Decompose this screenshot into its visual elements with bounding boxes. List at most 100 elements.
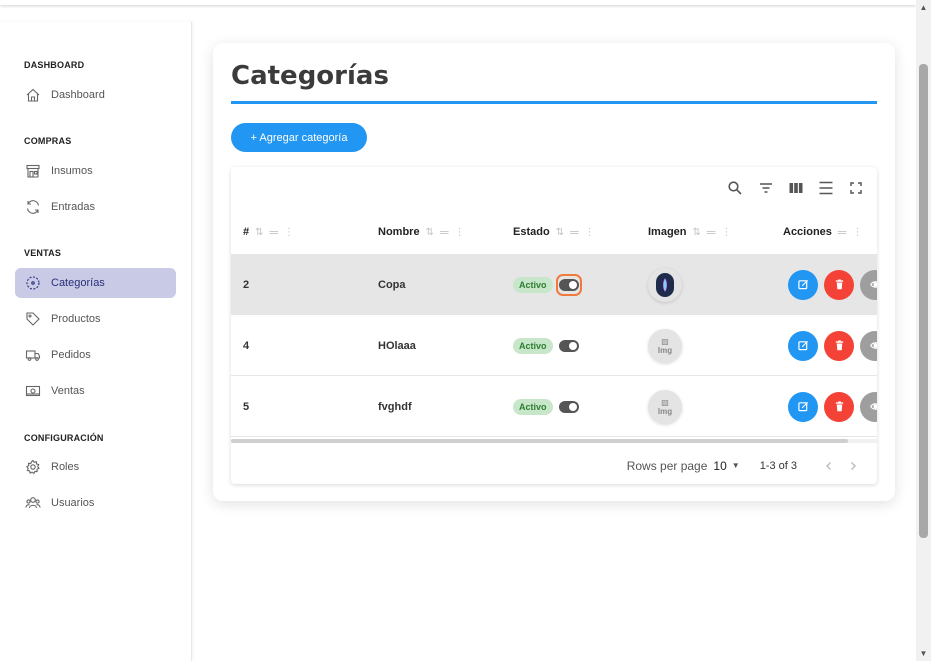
status-toggle-focus[interactable] xyxy=(555,273,582,296)
column-header-label: # xyxy=(243,226,250,238)
drag-handle-icon[interactable]: ═ xyxy=(440,225,449,239)
sort-icon[interactable]: ⇅ xyxy=(255,227,263,238)
edit-button[interactable] xyxy=(788,330,818,361)
sidebar-item-label: Insumos xyxy=(51,165,93,177)
cell-imagen: ▨ Img xyxy=(648,315,682,376)
cell-estado: Activo xyxy=(513,254,582,315)
filter-icon[interactable] xyxy=(757,179,775,197)
column-menu-icon[interactable]: ⋮ xyxy=(284,227,294,238)
eye-icon xyxy=(869,342,877,349)
table-pagination: Rows per page 10 ▼ 1-3 of 3 xyxy=(231,447,877,484)
sort-icon[interactable]: ⇅ xyxy=(693,227,701,238)
column-header-acciones[interactable]: Acciones ═ ⋮ xyxy=(783,224,862,240)
view-button[interactable] xyxy=(860,269,877,300)
horizontal-scrollbar-thumb[interactable] xyxy=(231,439,848,443)
cell-nombre: fvghdf xyxy=(378,400,412,413)
rows-per-page-label: Rows per page xyxy=(626,458,708,473)
column-header-label: Estado xyxy=(513,226,550,238)
sidebar-item-label: Productos xyxy=(51,313,101,325)
sidebar-item-insumos[interactable]: Insumos xyxy=(15,156,176,186)
sidebar-item-entradas[interactable]: Entradas xyxy=(15,192,176,222)
cash-icon xyxy=(24,382,42,400)
drag-handle-icon[interactable]: ═ xyxy=(270,225,279,239)
density-icon[interactable] xyxy=(817,179,835,197)
sidebar-item-pedidos[interactable]: Pedidos xyxy=(15,340,176,370)
chevron-left-icon xyxy=(826,461,831,470)
category-image: ▨ Img xyxy=(648,389,682,424)
sidebar-item-label: Pedidos xyxy=(51,349,91,361)
column-header-id[interactable]: # ⇅ ═ ⋮ xyxy=(243,224,294,240)
cell-id: 2 xyxy=(243,278,250,291)
cell-imagen xyxy=(648,254,682,315)
trash-icon xyxy=(835,279,843,290)
columns-icon[interactable] xyxy=(787,179,805,197)
table-row[interactable]: 2 Copa Activo xyxy=(231,254,877,315)
drag-handle-icon[interactable]: ═ xyxy=(570,225,579,239)
previous-page-button[interactable] xyxy=(819,456,839,476)
scroll-down-arrow-icon[interactable]: ▼ xyxy=(919,649,928,658)
delete-button[interactable] xyxy=(824,269,854,300)
edit-button[interactable] xyxy=(788,269,818,300)
delete-button[interactable] xyxy=(824,391,854,422)
add-category-button[interactable]: + Agregar categoría xyxy=(231,123,367,152)
cell-acciones xyxy=(788,376,877,437)
delete-button[interactable] xyxy=(824,330,854,361)
status-toggle[interactable] xyxy=(558,400,579,413)
column-header-label: Imagen xyxy=(648,226,687,238)
sidebar-item-categorias[interactable]: Categorías xyxy=(15,268,176,298)
sidebar-item-productos[interactable]: Productos xyxy=(15,304,176,334)
horizontal-scrollbar[interactable] xyxy=(231,439,877,443)
sidebar-item-label: Entradas xyxy=(51,201,96,213)
pagination-range: 1-3 of 3 xyxy=(759,459,797,472)
cell-id: 4 xyxy=(243,339,250,352)
column-header-nombre[interactable]: Nombre ⇅ ═ ⋮ xyxy=(378,224,464,240)
trash-icon xyxy=(835,401,843,412)
drag-handle-icon[interactable]: ═ xyxy=(707,225,716,239)
broken-image-alt: Img xyxy=(657,406,673,416)
home-icon xyxy=(24,86,42,104)
sidebar-item-dashboard[interactable]: Dashboard xyxy=(15,80,176,110)
column-menu-icon[interactable]: ⋮ xyxy=(585,227,595,238)
section-title-dashboard: DASHBOARD xyxy=(24,60,85,70)
column-menu-icon[interactable]: ⋮ xyxy=(852,227,862,238)
column-header-estado[interactable]: Estado ⇅ ═ ⋮ xyxy=(513,224,595,240)
search-icon[interactable] xyxy=(726,179,744,197)
column-header-label: Nombre xyxy=(378,226,420,238)
column-menu-icon[interactable]: ⋮ xyxy=(721,227,731,238)
edit-icon xyxy=(797,340,808,351)
category-icon xyxy=(24,274,42,292)
scroll-up-arrow-icon[interactable]: ▲ xyxy=(919,3,928,12)
sidebar-item-usuarios[interactable]: Usuarios xyxy=(15,488,176,518)
eye-icon xyxy=(869,281,877,288)
cell-nombre: Copa xyxy=(378,278,406,291)
fullscreen-icon[interactable] xyxy=(847,179,865,197)
broken-image-alt: Img xyxy=(657,345,673,355)
edit-icon xyxy=(797,401,808,412)
vertical-scrollbar-thumb[interactable] xyxy=(919,64,928,538)
cell-nombre: HOlaaa xyxy=(378,339,416,352)
rows-per-page-value: 10 xyxy=(713,458,727,473)
sidebar-item-roles[interactable]: Roles xyxy=(15,452,176,482)
users-icon xyxy=(24,494,42,512)
status-toggle[interactable] xyxy=(558,339,579,352)
view-button[interactable] xyxy=(860,330,877,361)
sidebar-item-label: Usuarios xyxy=(51,497,95,509)
view-button[interactable] xyxy=(860,391,877,422)
vertical-scrollbar[interactable]: ▲ ▼ xyxy=(916,0,931,661)
table-row[interactable]: 5 fvghdf Activo ▨ Img xyxy=(231,376,877,437)
rows-per-page-select[interactable]: 10 ▼ xyxy=(713,459,739,473)
sidebar-item-ventas[interactable]: Ventas xyxy=(15,376,176,406)
table-row[interactable]: 4 HOlaaa Activo ▨ Img xyxy=(231,315,877,376)
drag-handle-icon[interactable]: ═ xyxy=(838,225,847,239)
next-page-button[interactable] xyxy=(843,456,863,476)
column-header-imagen[interactable]: Imagen ⇅ ═ ⋮ xyxy=(648,224,731,240)
sort-icon[interactable]: ⇅ xyxy=(556,227,564,238)
status-toggle[interactable] xyxy=(558,278,579,291)
sort-icon[interactable]: ⇅ xyxy=(426,227,434,238)
categories-table: # ⇅ ═ ⋮ Nombre ⇅ ═ ⋮ Estado ⇅ ═ ⋮ Imagen… xyxy=(231,167,877,484)
edit-button[interactable] xyxy=(788,391,818,422)
cell-acciones xyxy=(788,315,877,376)
title-underline xyxy=(231,101,877,104)
edit-icon xyxy=(797,279,808,290)
column-menu-icon[interactable]: ⋮ xyxy=(454,227,464,238)
